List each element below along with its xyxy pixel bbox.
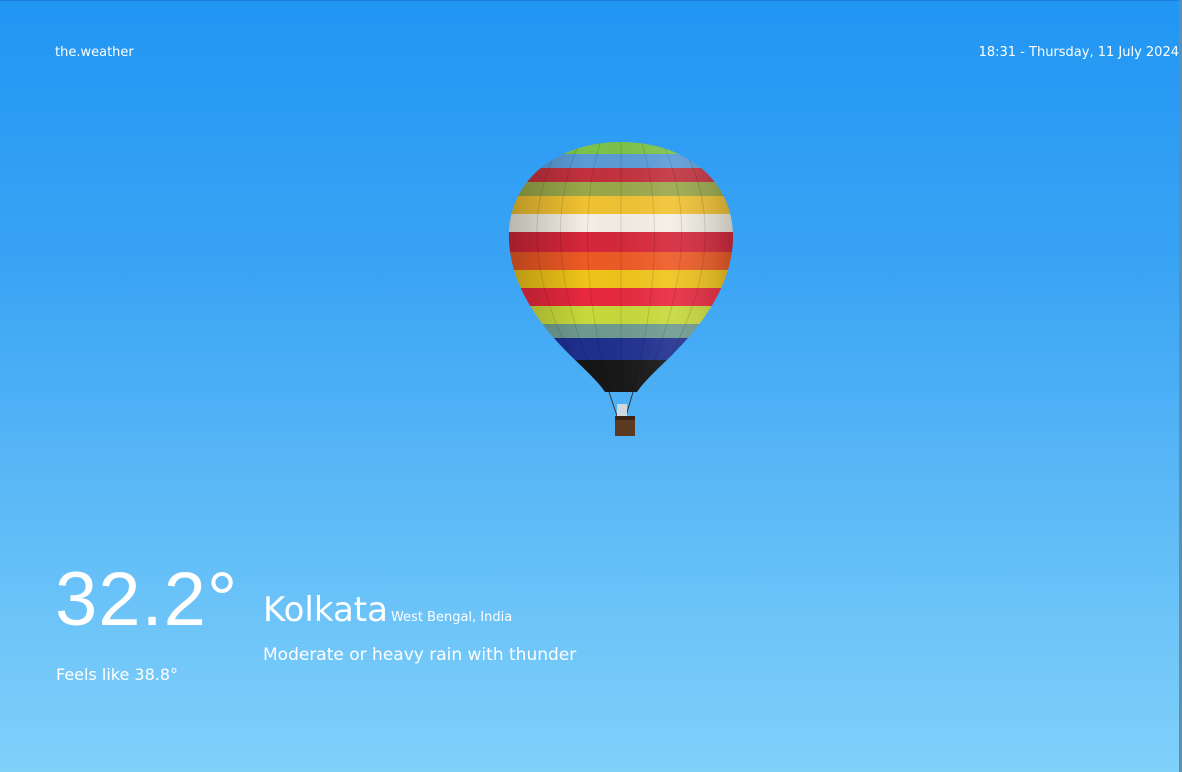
hot-air-balloon-icon [508,142,734,436]
feels-like-label: Feels like 38.8° [56,665,179,684]
temperature-value: 32.2° [55,557,239,642]
location: Kolkata West Bengal, India [263,590,512,630]
app-logo[interactable]: the.weather [55,45,134,60]
city-name: Kolkata [263,590,388,630]
datetime-label: 18:31 - Thursday, 11 July 2024 [978,45,1179,60]
window-top-border [0,0,1182,1]
region-name: West Bengal, India [390,610,513,625]
weather-condition: Moderate or heavy rain with thunder [263,645,577,665]
